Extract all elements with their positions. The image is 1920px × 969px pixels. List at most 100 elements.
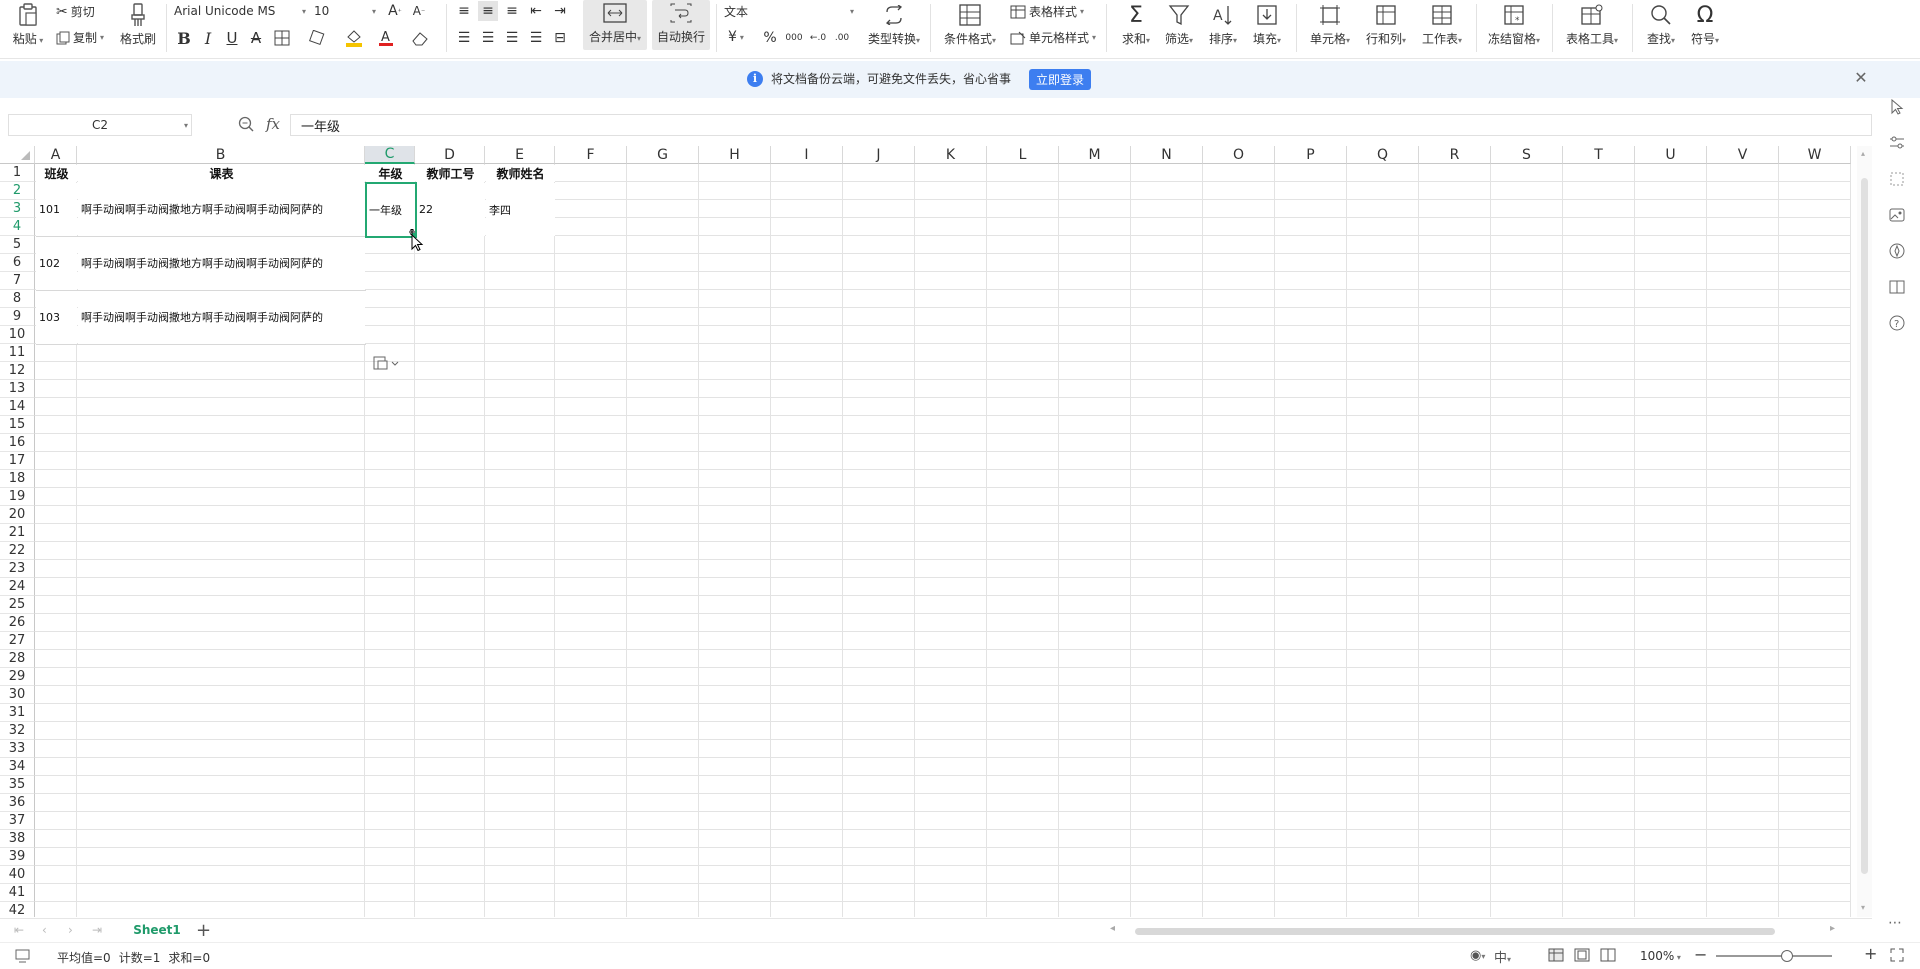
row-header-23[interactable]: 23 (0, 560, 35, 578)
transform-icon[interactable] (1888, 170, 1906, 188)
eye-protection-icon[interactable]: ◉▾ (1470, 948, 1485, 963)
zoom-formula-icon[interactable] (238, 116, 254, 132)
row-header-22[interactable]: 22 (0, 542, 35, 560)
column-header-i[interactable]: I (771, 146, 843, 164)
row-header-42[interactable]: 42 (0, 902, 35, 917)
select-all-corner[interactable] (0, 146, 35, 164)
conditional-format-button[interactable]: 条件格式▾ (940, 2, 1000, 47)
worksheet-button[interactable]: 工作表▾ (1416, 2, 1468, 47)
row-header-18[interactable]: 18 (0, 470, 35, 488)
align-bottom-icon[interactable]: ≡ (502, 1, 522, 21)
compass-icon[interactable] (1888, 242, 1906, 260)
page-break-view-icon[interactable] (1600, 948, 1616, 962)
row-header-9[interactable]: 9 (0, 308, 35, 326)
row-header-26[interactable]: 26 (0, 614, 35, 632)
row-header-27[interactable]: 27 (0, 632, 35, 650)
align-top-icon[interactable]: ≡ (454, 1, 474, 21)
row-header-33[interactable]: 33 (0, 740, 35, 758)
row-header-35[interactable]: 35 (0, 776, 35, 794)
italic-icon[interactable]: I (198, 28, 218, 48)
copy-button[interactable]: 复制 ▾ (56, 29, 104, 46)
column-header-a[interactable]: A (35, 146, 77, 164)
wrap-text-button[interactable]: 自动换行 (652, 0, 710, 50)
sum-button[interactable]: Σ 求和▾ (1116, 2, 1156, 47)
row-header-19[interactable]: 19 (0, 488, 35, 506)
vertical-scrollbar[interactable]: ▴ ▾ (1857, 146, 1872, 917)
decrease-font-icon[interactable]: A ⁻ (409, 1, 429, 21)
increase-decimal-icon[interactable]: ←.0 (808, 28, 828, 48)
fullscreen-icon[interactable] (1890, 948, 1904, 962)
cursor-select-icon[interactable] (1888, 98, 1906, 116)
column-header-t[interactable]: T (1563, 146, 1635, 164)
align-middle-icon[interactable]: ≡ (478, 1, 498, 21)
cell-class[interactable]: 101 (36, 183, 77, 236)
column-header-d[interactable]: D (415, 146, 485, 164)
cell-schedule[interactable]: 啊手动阀啊手动阀撒地方啊手动阀啊手动阀阿萨的 (78, 237, 365, 290)
cell-class[interactable]: 103 (36, 291, 77, 344)
currency-button[interactable]: ¥ ▾ (728, 29, 744, 45)
cell-shading-icon[interactable] (308, 28, 328, 48)
column-header-m[interactable]: M (1059, 146, 1131, 164)
macro-record-icon[interactable] (15, 949, 31, 963)
zoom-level-select[interactable]: 100% ▾ (1640, 949, 1681, 963)
paste-options-icon[interactable] (372, 355, 402, 371)
freeze-panes-button[interactable]: * 冻结窗格▾ (1484, 2, 1544, 47)
row-header-16[interactable]: 16 (0, 434, 35, 452)
cell-button[interactable]: 单元格▾ (1304, 2, 1356, 47)
column-header-c[interactable]: C (365, 146, 415, 164)
image-gallery-icon[interactable] (1888, 206, 1906, 224)
column-header-f[interactable]: F (555, 146, 627, 164)
number-format-select[interactable]: 文本 ▾ (722, 1, 858, 21)
underline-icon[interactable]: U (222, 28, 242, 48)
clear-format-icon[interactable] (410, 28, 430, 48)
name-box[interactable]: C2 ▾ (8, 114, 192, 136)
indent-increase-icon[interactable]: ⇥ (550, 1, 570, 21)
strikethrough-icon[interactable]: A (246, 28, 266, 48)
spreadsheet-grid[interactable]: ABCDEFGHIJKLMNOPQRSTUVW 1 2 3 4 5 6 7 8 9 10 11 12 1… (0, 146, 1857, 917)
scroll-down-icon[interactable]: ▾ (1861, 903, 1865, 912)
row-column-button[interactable]: 行和列▾ (1360, 2, 1412, 47)
border-icon[interactable] (272, 28, 292, 48)
font-color-icon[interactable]: A (376, 28, 396, 48)
column-header-p[interactable]: P (1275, 146, 1347, 164)
column-header-n[interactable]: N (1131, 146, 1203, 164)
more-icon[interactable]: ⋯ (1888, 915, 1906, 933)
properties-icon[interactable] (1888, 134, 1906, 152)
scroll-thumb[interactable] (1861, 178, 1868, 874)
row-header-14[interactable]: 14 (0, 398, 35, 416)
zoom-in-icon[interactable]: + (1864, 944, 1877, 963)
row-header-37[interactable]: 37 (0, 812, 35, 830)
row-header-11[interactable]: 11 (0, 344, 35, 362)
row-header-3[interactable]: 3 (0, 200, 35, 218)
sort-button[interactable]: A 排序▾ (1202, 2, 1244, 47)
page-layout-view-icon[interactable] (1574, 948, 1590, 962)
row-header-41[interactable]: 41 (0, 884, 35, 902)
horizontal-scrollbar[interactable]: ◂ ▸ (1110, 923, 1838, 937)
row-header-12[interactable]: 12 (0, 362, 35, 380)
row-header-1[interactable]: 1 (0, 164, 35, 182)
cell-schedule[interactable]: 啊手动阀啊手动阀撒地方啊手动阀啊手动阀阿萨的 (78, 291, 365, 344)
row-header-5[interactable]: 5 (0, 236, 35, 254)
font-name-select[interactable]: Arial Unicode MS ▾ (172, 1, 310, 21)
bold-icon[interactable]: B (174, 28, 194, 48)
distributed-align-icon[interactable]: ⊟ (550, 28, 570, 48)
scroll-up-icon[interactable]: ▴ (1861, 149, 1865, 158)
add-sheet-button[interactable]: + (196, 920, 211, 941)
header-cell-grade[interactable]: 年级 (366, 165, 415, 182)
row-header-28[interactable]: 28 (0, 650, 35, 668)
row-header-40[interactable]: 40 (0, 866, 35, 884)
prev-sheet-icon[interactable]: ‹ (42, 923, 47, 937)
row-header-4[interactable]: 4 (0, 218, 35, 236)
scroll-thumb[interactable] (1135, 928, 1775, 935)
formula-input[interactable]: 一年级 (290, 114, 1872, 136)
row-header-38[interactable]: 38 (0, 830, 35, 848)
column-header-b[interactable]: B (77, 146, 365, 164)
zoom-slider-handle[interactable] (1781, 950, 1793, 962)
header-cell-teacher-id[interactable]: 教师工号 (416, 165, 485, 182)
book-icon[interactable] (1888, 278, 1906, 296)
row-header-25[interactable]: 25 (0, 596, 35, 614)
column-header-s[interactable]: S (1491, 146, 1563, 164)
paste-button[interactable]: 粘贴 ▾ (10, 2, 46, 47)
help-icon[interactable]: ? (1888, 314, 1906, 332)
scroll-right-icon[interactable]: ▸ (1830, 923, 1835, 934)
